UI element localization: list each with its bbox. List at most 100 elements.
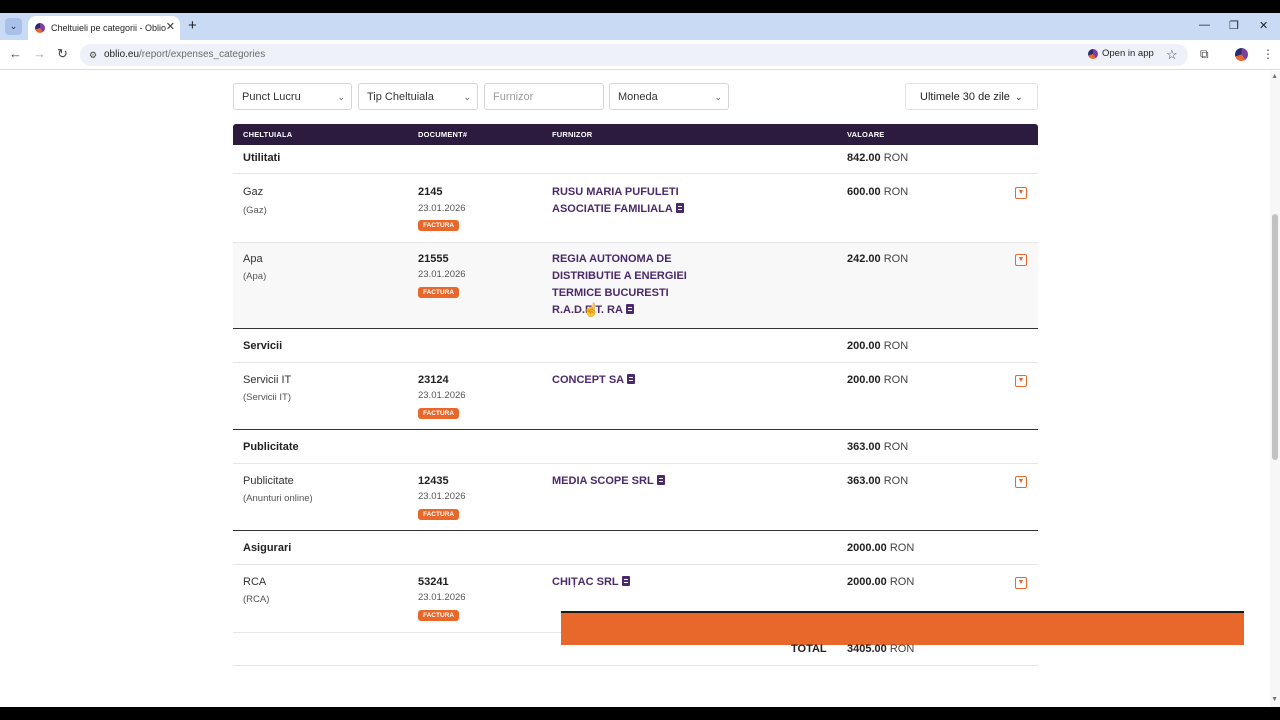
category-name: Servicii — [243, 340, 283, 352]
total-amount: 3405.00 RON — [847, 643, 915, 655]
row-divider — [233, 665, 1038, 666]
punct-lucru-select[interactable]: Punct Lucru ⌄ — [233, 83, 352, 110]
expense-type: (RCA) — [243, 594, 270, 605]
scroll-down-icon[interactable]: ▼ — [1271, 696, 1278, 703]
expense-type: (Servicii IT) — [243, 392, 292, 403]
supplier-line-last: R.A.D.E.T. RA — [552, 302, 712, 319]
document-number[interactable]: 2145 — [418, 186, 442, 198]
col-header-document: DOCUMENT# — [418, 130, 468, 139]
supplier-link[interactable]: REGIA AUTONOMA DE DISTRIBUTIE A ENERGIEI… — [552, 251, 712, 319]
chevron-down-icon: ⌄ — [1014, 92, 1023, 102]
id-card-icon — [625, 304, 634, 314]
moneda-select[interactable]: Moneda ⌄ — [609, 83, 729, 110]
new-tab-icon[interactable]: + — [188, 18, 197, 34]
supplier-line-last: CHIȚAC SRL — [552, 574, 692, 591]
expand-row-icon[interactable]: ▼ — [1015, 476, 1027, 488]
expense-type: (Anunturi online) — [243, 493, 313, 504]
menu-dots-icon[interactable]: ⋮ — [1262, 47, 1274, 61]
bookmark-star-icon[interactable]: ☆ — [1166, 47, 1178, 63]
row-divider — [233, 173, 1038, 174]
expense-name: Gaz — [243, 186, 264, 198]
punct-lucru-value: Punct Lucru — [242, 91, 301, 103]
extensions-icon[interactable]: ⧉ — [1200, 47, 1209, 62]
orange-overlay-bar — [561, 611, 1244, 645]
supplier-link[interactable]: MEDIA SCOPE SRL — [552, 473, 692, 490]
reload-icon[interactable]: ↻ — [57, 47, 68, 61]
scroll-up-icon[interactable]: ▲ — [1271, 73, 1278, 80]
expand-row-icon[interactable]: ▼ — [1015, 254, 1027, 266]
document-number[interactable]: 23124 — [418, 374, 449, 386]
id-card-icon — [656, 475, 665, 485]
document-date: 23.01.2026 — [418, 203, 466, 214]
tip-cheltuiala-select[interactable]: Tip Cheltuiala ⌄ — [358, 83, 478, 110]
supplier-line-last: CONCEPT SA — [552, 372, 692, 389]
chevron-down-icon: ⌄ — [337, 92, 345, 102]
close-tab-icon[interactable]: ✕ — [166, 21, 175, 34]
category-name: Asigurari — [243, 542, 292, 554]
chevron-down-icon: ⌄ — [463, 92, 471, 102]
document-number[interactable]: 12435 — [418, 475, 449, 487]
supplier-line: RUSU MARIA PUFULETI — [552, 186, 679, 198]
open-in-app-button[interactable]: Open in app — [1088, 48, 1154, 59]
expand-row-icon[interactable]: ▼ — [1015, 187, 1027, 199]
minimize-icon[interactable]: — — [1199, 19, 1210, 31]
url-text: oblio.eu/report/expenses_categories — [104, 49, 265, 60]
browser-tab[interactable]: Cheltuieli pe categorii - Oblio ✕ — [28, 16, 180, 40]
factura-badge: FACTURA — [418, 610, 459, 621]
document-date: 23.01.2026 — [418, 269, 466, 280]
category-name: Utilitati — [243, 152, 281, 164]
row-divider — [233, 362, 1038, 363]
document-number[interactable]: 53241 — [418, 576, 449, 588]
supplier-line: DISTRIBUTIE A ENERGIEI — [552, 270, 687, 282]
browser-toolbar: ← → ↻ ⚙ oblio.eu/report/expenses_categor… — [0, 40, 1280, 70]
expense-type: (Apa) — [243, 271, 267, 282]
supplier-line: TERMICE BUCURESTI — [552, 287, 669, 299]
id-card-icon — [621, 576, 630, 586]
furnizor-placeholder: Furnizor — [493, 91, 534, 103]
supplier-line: REGIA AUTONOMA DE — [552, 253, 672, 265]
category-total: 842.00 RON — [847, 152, 909, 164]
tab-search-button[interactable]: ⌄ — [5, 18, 22, 35]
site-info-icon[interactable]: ⚙ — [86, 48, 100, 62]
expense-value: 2000.00 RON — [847, 576, 915, 588]
row-divider — [233, 564, 1038, 565]
restore-icon[interactable]: ❐ — [1229, 19, 1239, 32]
furnizor-input[interactable]: Furnizor — [484, 83, 604, 110]
period-label: Ultimele 30 de zile — [920, 91, 1010, 103]
url-path: /report/expenses_categories — [139, 49, 266, 60]
document-date: 23.01.2026 — [418, 390, 466, 401]
category-divider — [233, 530, 1038, 531]
document-date: 23.01.2026 — [418, 491, 466, 502]
table-header: CHELTUIALA DOCUMENT# FURNIZOR VALOARE — [233, 124, 1038, 145]
open-in-app-label: Open in app — [1102, 48, 1154, 59]
forward-icon[interactable]: → — [33, 47, 46, 61]
expense-value: 242.00 RON — [847, 253, 909, 265]
supplier-line-last: MEDIA SCOPE SRL — [552, 473, 692, 490]
category-total: 363.00 RON — [847, 441, 909, 453]
url-domain: oblio.eu — [104, 49, 140, 60]
expand-row-icon[interactable]: ▼ — [1015, 577, 1027, 589]
profile-avatar-icon[interactable] — [1235, 48, 1248, 61]
close-window-icon[interactable]: ✕ — [1259, 19, 1268, 32]
expense-name: Publicitate — [243, 475, 294, 487]
category-total: 200.00 RON — [847, 340, 909, 352]
address-bar[interactable]: ⚙ oblio.eu/report/expenses_categories Op… — [80, 44, 1188, 66]
scrollbar-thumb[interactable] — [1272, 214, 1278, 460]
supplier-link[interactable]: RUSU MARIA PUFULETI ASOCIATIE FAMILIALA — [552, 184, 752, 218]
category-name: Publicitate — [243, 441, 299, 453]
supplier-link[interactable]: CHIȚAC SRL — [552, 574, 692, 591]
moneda-value: Moneda — [618, 91, 658, 103]
tab-title: Cheltuieli pe categorii - Oblio — [51, 23, 166, 33]
expense-name: RCA — [243, 576, 267, 588]
factura-badge: FACTURA — [418, 509, 459, 520]
oblio-favicon-icon — [35, 23, 45, 33]
chevron-down-icon: ⌄ — [714, 92, 722, 102]
expand-row-icon[interactable]: ▼ — [1015, 375, 1027, 387]
col-header-valoare: VALOARE — [847, 130, 885, 139]
document-number[interactable]: 21555 — [418, 253, 449, 265]
hand-cursor-icon: ☝ — [583, 302, 600, 317]
supplier-line-last: ASOCIATIE FAMILIALA — [552, 201, 752, 218]
supplier-link[interactable]: CONCEPT SA — [552, 372, 692, 389]
period-dropdown[interactable]: Ultimele 30 de zile ⌄ — [905, 83, 1038, 110]
back-icon[interactable]: ← — [9, 47, 22, 61]
